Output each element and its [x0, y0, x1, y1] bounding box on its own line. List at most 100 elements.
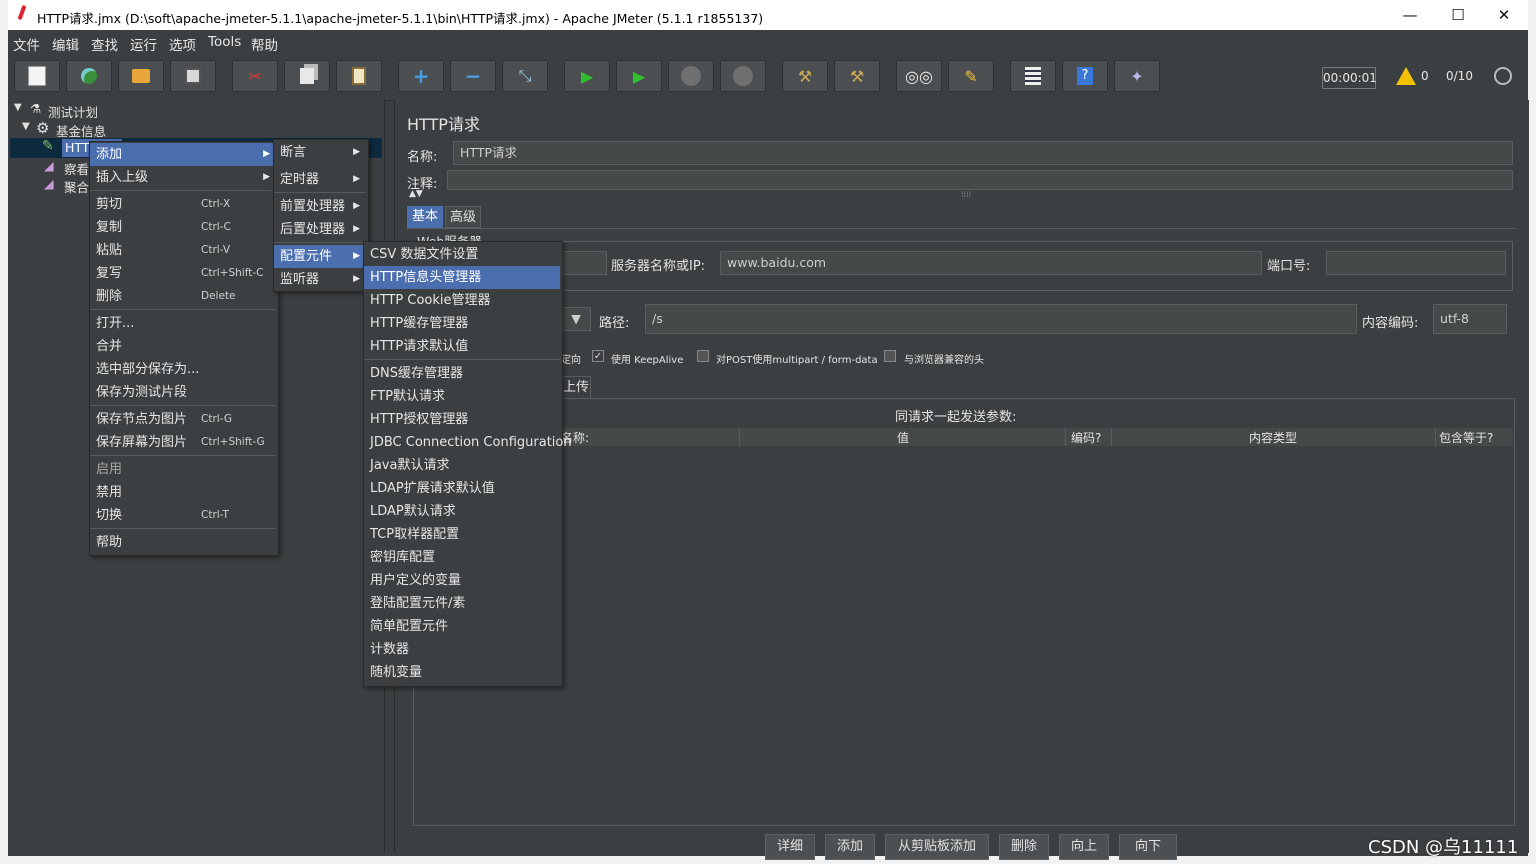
- shutdown-button[interactable]: [720, 60, 766, 92]
- add-button[interactable]: 添加: [825, 834, 875, 860]
- splitter-grip-icon[interactable]: ⁞⁞⁞⁞: [961, 190, 971, 199]
- col-encode[interactable]: 编码?: [1071, 429, 1101, 446]
- menu-item-request-defaults[interactable]: HTTP请求默认值: [364, 335, 560, 358]
- tree-node-view-results[interactable]: 察看: [64, 159, 89, 178]
- remote-button[interactable]: ✦: [1114, 60, 1160, 92]
- params-table-body[interactable]: [417, 446, 1513, 822]
- menu-item-copy[interactable]: 复制 Ctrl-C: [90, 216, 276, 239]
- stop-button[interactable]: [668, 60, 714, 92]
- collapse-all-button[interactable]: −: [450, 60, 496, 92]
- col-value[interactable]: 值: [897, 429, 909, 446]
- menu-item-random-variable[interactable]: 随机变量: [364, 661, 560, 684]
- menu-item-cache-manager[interactable]: HTTP缓存管理器: [364, 312, 560, 335]
- expand-all-button[interactable]: +: [398, 60, 444, 92]
- menu-item-save-as-fragment[interactable]: 保存为测试片段: [90, 381, 276, 404]
- menu-run[interactable]: 运行: [130, 34, 157, 54]
- menu-search[interactable]: 查找: [91, 34, 118, 54]
- move-down-button[interactable]: 向下: [1119, 834, 1177, 860]
- toggle-button[interactable]: ⤡: [502, 60, 548, 92]
- protocol-field[interactable]: [561, 251, 607, 275]
- keepalive-checkbox[interactable]: ✓: [592, 350, 604, 362]
- minimize-button[interactable]: —: [1390, 4, 1430, 26]
- warning-icon[interactable]: [1396, 67, 1416, 85]
- menu-item-auth-manager[interactable]: HTTP授权管理器: [364, 408, 560, 431]
- splitter-arrows-icon[interactable]: ▲▼: [409, 189, 423, 199]
- menu-item-cut[interactable]: 剪切 Ctrl-X: [90, 193, 276, 216]
- menu-item-ldap-ext-defaults[interactable]: LDAP扩展请求默认值: [364, 477, 560, 500]
- menu-item-merge[interactable]: 合并: [90, 335, 276, 358]
- menu-item-listener[interactable]: 监听器 ▶: [274, 268, 366, 291]
- menu-item-save-selection-as[interactable]: 选中部分保存为...: [90, 358, 276, 381]
- paste-button[interactable]: [336, 60, 382, 92]
- menu-item-delete[interactable]: 删除 Delete: [90, 285, 276, 308]
- new-button[interactable]: [14, 60, 60, 92]
- menu-item-post-processors[interactable]: 后置处理器 ▶: [274, 218, 366, 241]
- method-dropdown[interactable]: ▼: [561, 307, 591, 331]
- menu-item-config-element[interactable]: 配置元件 ▶: [274, 245, 366, 268]
- menu-edit[interactable]: 编辑: [52, 34, 79, 54]
- function-helper-button[interactable]: [1010, 60, 1056, 92]
- reset-search-button[interactable]: ✎: [948, 60, 994, 92]
- menu-item-save-screen-image[interactable]: 保存屏幕为图片 Ctrl+Shift-G: [90, 431, 276, 454]
- clear-button[interactable]: ⚒: [782, 60, 828, 92]
- menu-item-disable[interactable]: 禁用: [90, 481, 276, 504]
- open-button[interactable]: [118, 60, 164, 92]
- comment-field[interactable]: [447, 170, 1513, 190]
- menu-item-tcp-sampler-config[interactable]: TCP取样器配置: [364, 523, 560, 546]
- menu-item-simple-config[interactable]: 简单配置元件: [364, 615, 560, 638]
- menu-file[interactable]: 文件: [13, 34, 40, 54]
- maximize-button[interactable]: ☐: [1438, 4, 1478, 26]
- copy-button[interactable]: [284, 60, 330, 92]
- menu-item-ftp-defaults[interactable]: FTP默认请求: [364, 385, 560, 408]
- delete-button[interactable]: 删除: [999, 834, 1049, 860]
- encoding-field[interactable]: utf-8: [1433, 304, 1507, 334]
- menu-item-pre-processors[interactable]: 前置处理器 ▶: [274, 195, 366, 218]
- move-up-button[interactable]: 向上: [1059, 834, 1109, 860]
- name-field[interactable]: HTTP请求: [453, 141, 1513, 165]
- template-button[interactable]: [66, 60, 112, 92]
- tree-expand-icon[interactable]: ▼: [22, 121, 30, 132]
- server-field[interactable]: www.baidu.com: [720, 251, 1262, 275]
- menu-item-ldap-defaults[interactable]: LDAP默认请求: [364, 500, 560, 523]
- menu-item-timers[interactable]: 定时器 ▶: [274, 168, 366, 191]
- help-button[interactable]: ?: [1062, 60, 1108, 92]
- menu-item-save-node-image[interactable]: 保存节点为图片 Ctrl-G: [90, 408, 276, 431]
- detail-button[interactable]: 详细: [765, 834, 815, 860]
- menu-item-csv-data-set[interactable]: CSV 数据文件设置: [364, 243, 560, 266]
- tree-expand-icon[interactable]: ▼: [14, 102, 22, 113]
- menu-item-java-defaults[interactable]: Java默认请求: [364, 454, 560, 477]
- browser-headers-checkbox[interactable]: [884, 350, 896, 362]
- tree-node-aggregate[interactable]: 聚合: [64, 177, 89, 196]
- menu-item-open[interactable]: 打开...: [90, 312, 276, 335]
- menu-item-duplicate[interactable]: 复写 Ctrl+Shift-C: [90, 262, 276, 285]
- menu-item-header-manager[interactable]: HTTP信息头管理器: [364, 266, 560, 289]
- menu-item-keystore-config[interactable]: 密钥库配置: [364, 546, 560, 569]
- cut-button[interactable]: ✂: [232, 60, 278, 92]
- menu-item-user-variables[interactable]: 用户定义的变量: [364, 569, 560, 592]
- col-include-equals[interactable]: 包含等于?: [1439, 429, 1493, 446]
- menu-item-add[interactable]: 添加 ▶: [90, 143, 276, 166]
- menu-item-toggle[interactable]: 切换 Ctrl-T: [90, 504, 276, 527]
- menu-tools[interactable]: Tools: [208, 34, 241, 50]
- menu-item-assertions[interactable]: 断言 ▶: [274, 141, 366, 164]
- menu-item-help[interactable]: 帮助: [90, 531, 276, 554]
- tab-advanced[interactable]: 高级: [445, 206, 481, 228]
- start-no-pause-button[interactable]: ▶: [616, 60, 662, 92]
- menu-item-dns-cache[interactable]: DNS缓存管理器: [364, 362, 560, 385]
- multipart-checkbox[interactable]: [697, 350, 709, 362]
- tab-files-upload[interactable]: 上传: [561, 376, 591, 398]
- menu-help[interactable]: 帮助: [251, 34, 278, 54]
- tab-basic[interactable]: 基本: [407, 206, 443, 228]
- menu-item-enable[interactable]: 启用: [90, 458, 276, 481]
- clear-all-button[interactable]: ⚒: [834, 60, 880, 92]
- menu-item-counter[interactable]: 计数器: [364, 638, 560, 661]
- add-from-clipboard-button[interactable]: 从剪贴板添加: [885, 834, 989, 860]
- tree-node-test-plan[interactable]: 测试计划: [48, 102, 98, 121]
- menu-item-cookie-manager[interactable]: HTTP Cookie管理器: [364, 289, 560, 312]
- port-field[interactable]: [1326, 251, 1506, 275]
- menu-item-insert-parent[interactable]: 插入上级 ▶: [90, 166, 276, 189]
- path-field[interactable]: /s: [645, 304, 1357, 334]
- close-button[interactable]: ✕: [1484, 4, 1524, 26]
- menu-options[interactable]: 选项: [169, 34, 196, 54]
- menu-item-jdbc-config[interactable]: JDBC Connection Configuration: [364, 431, 572, 454]
